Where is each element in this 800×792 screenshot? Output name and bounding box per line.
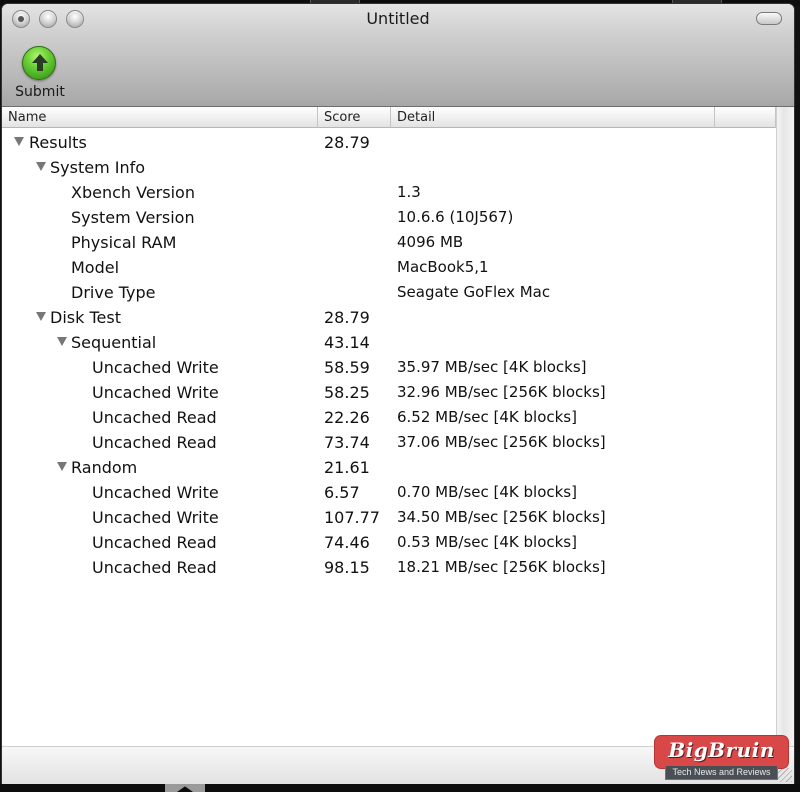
column-header-empty[interactable]: [715, 107, 776, 128]
row-name: System Info: [50, 158, 146, 177]
row-detail: 35.97 MB/sec [4K blocks]: [397, 358, 587, 376]
row-name: Xbench Version: [71, 183, 195, 202]
title-bar: Untitled Submit: [2, 4, 794, 107]
row-score: 22.26: [324, 408, 370, 427]
row-score: 58.59: [324, 358, 370, 377]
watermark-badge: BigBruin: [655, 736, 788, 768]
column-header-detail[interactable]: Detail: [391, 107, 715, 128]
row-name: Sequential: [71, 333, 157, 352]
row-detail: MacBook5,1: [397, 258, 489, 276]
submit-button[interactable]: Submit: [10, 46, 70, 104]
table-row[interactable]: Model MacBook5,1: [2, 255, 776, 280]
table-row[interactable]: Uncached Read 98.15 18.21 MB/sec [256K b…: [2, 555, 776, 580]
row-score: 73.74: [324, 433, 370, 452]
row-name: Uncached Write: [92, 508, 219, 527]
watermark-tagline: Tech News and Reviews: [665, 765, 778, 780]
bigbruin-watermark: BigBruin Tech News and Reviews: [655, 736, 788, 781]
row-detail: 6.52 MB/sec [4K blocks]: [397, 408, 577, 426]
row-name: Uncached Write: [92, 383, 219, 402]
row-score: 74.46: [324, 533, 370, 552]
row-score: 58.25: [324, 383, 370, 402]
table-row[interactable]: Uncached Read 22.26 6.52 MB/sec [4K bloc…: [2, 405, 776, 430]
row-name: Uncached Read: [92, 408, 217, 427]
submit-label: Submit: [15, 84, 65, 100]
table-row[interactable]: Uncached Read 73.74 37.06 MB/sec [256K b…: [2, 430, 776, 455]
row-detail: 34.50 MB/sec [256K blocks]: [397, 508, 606, 526]
row-detail: 1.3: [397, 183, 421, 201]
row-name: Uncached Read: [92, 533, 217, 552]
table-row[interactable]: Drive Type Seagate GoFlex Mac: [2, 280, 776, 305]
disclosure-triangle-icon[interactable]: [57, 337, 67, 346]
row-detail: 32.96 MB/sec [256K blocks]: [397, 383, 606, 401]
row-score: 6.57: [324, 483, 360, 502]
toggle-toolbar-button[interactable]: [756, 12, 782, 25]
table-row[interactable]: Physical RAM 4096 MB: [2, 230, 776, 255]
table-row[interactable]: Results 28.79: [2, 130, 776, 155]
disclosure-triangle-icon[interactable]: [57, 462, 67, 471]
watermark-brand: BigBruin: [668, 738, 775, 762]
table-row[interactable]: Uncached Write 6.57 0.70 MB/sec [4K bloc…: [2, 480, 776, 505]
row-score: 107.77: [324, 508, 380, 527]
disclosure-triangle-icon[interactable]: [36, 162, 46, 171]
table-row[interactable]: Disk Test 28.79: [2, 305, 776, 330]
row-detail: 4096 MB: [397, 233, 464, 251]
row-detail: 37.06 MB/sec [256K blocks]: [397, 433, 606, 451]
up-arrow-circle-icon: [22, 46, 56, 80]
disclosure-triangle-icon[interactable]: [36, 312, 46, 321]
row-name: Random: [71, 458, 138, 477]
table-row[interactable]: Uncached Write 58.59 35.97 MB/sec [4K bl…: [2, 355, 776, 380]
row-name: Model: [71, 258, 120, 277]
vertical-scrollbar[interactable]: [776, 107, 794, 746]
row-name: Results: [29, 133, 87, 152]
table-row[interactable]: System Info: [2, 155, 776, 180]
background-cursor-shape: [165, 784, 205, 792]
xbench-results-window: Untitled Submit Name Score Detail Result…: [2, 4, 794, 784]
table-header: Name Score Detail: [2, 107, 776, 128]
row-detail: 18.21 MB/sec [256K blocks]: [397, 558, 606, 576]
row-name: Disk Test: [50, 308, 121, 327]
table-row[interactable]: Xbench Version 1.3: [2, 180, 776, 205]
desktop-background-bottom: [0, 784, 800, 792]
row-score: 28.79: [324, 308, 370, 327]
row-detail: Seagate GoFlex Mac: [397, 283, 551, 301]
row-name: Physical RAM: [71, 233, 177, 252]
row-detail: 0.53 MB/sec [4K blocks]: [397, 533, 577, 551]
row-name: Drive Type: [71, 283, 156, 302]
row-name: Uncached Read: [92, 433, 217, 452]
row-detail: 10.6.6 (10J567): [397, 208, 514, 226]
table-row[interactable]: System Version 10.6.6 (10J567): [2, 205, 776, 230]
table-row[interactable]: Uncached Write 58.25 32.96 MB/sec [256K …: [2, 380, 776, 405]
row-name: System Version: [71, 208, 195, 227]
disclosure-triangle-icon[interactable]: [14, 137, 24, 146]
column-header-score[interactable]: Score: [318, 107, 391, 128]
row-name: Uncached Write: [92, 483, 219, 502]
row-name: Uncached Read: [92, 558, 217, 577]
row-score: 21.61: [324, 458, 370, 477]
column-header-name[interactable]: Name: [2, 107, 318, 128]
row-score: 43.14: [324, 333, 370, 352]
row-detail: 0.70 MB/sec [4K blocks]: [397, 483, 577, 501]
window-title: Untitled: [366, 9, 430, 28]
table-row[interactable]: Uncached Read 74.46 0.53 MB/sec [4K bloc…: [2, 530, 776, 555]
row-name: Uncached Write: [92, 358, 219, 377]
row-score: 28.79: [324, 133, 370, 152]
row-score: 98.15: [324, 558, 370, 577]
results-outline: Results 28.79 System Info Xbench Version…: [2, 130, 776, 580]
table-row[interactable]: Sequential 43.14: [2, 330, 776, 355]
table-row[interactable]: Uncached Write 107.77 34.50 MB/sec [256K…: [2, 505, 776, 530]
table-row[interactable]: Random 21.61: [2, 455, 776, 480]
